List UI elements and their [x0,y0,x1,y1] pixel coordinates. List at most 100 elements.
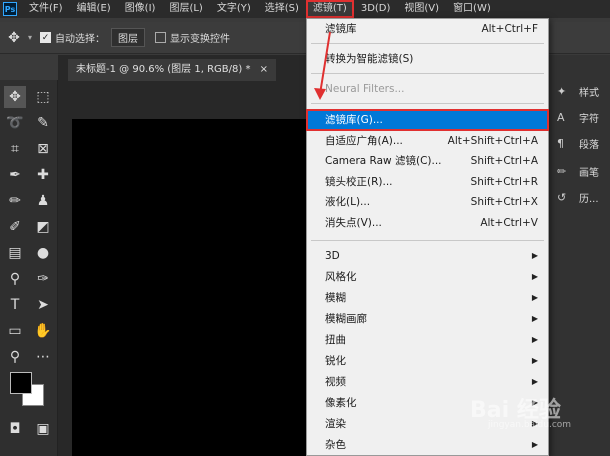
menu-item-label: 消失点(V)... [325,217,382,229]
submenu-arrow-icon: ▶ [531,293,538,302]
dodge-icon[interactable]: ⚲ [4,268,26,290]
history-icon[interactable]: ↺ [557,191,569,204]
document-tab-title: 未标题-1 @ 90.6% (图层 1, RGB/8) * [76,64,251,75]
menu-item-label: Neural Filters... [325,83,405,95]
auto-select-checkbox[interactable]: ✓ [40,32,52,43]
menu-item-adaptive-wide-angle[interactable]: 自适应广角(A)... Alt+Shift+Ctrl+A [307,131,548,151]
canvas[interactable] [72,119,308,456]
brush-icon[interactable]: ✏ [4,190,26,212]
menu-item-label: 风格化 [325,271,357,283]
menu-item-shortcut: Alt+Shift+Ctrl+A [447,135,538,147]
show-transform-checkbox[interactable] [155,32,167,43]
menu-item-camera-raw[interactable]: Camera Raw 滤镜(C)... Shift+Ctrl+A [307,151,548,171]
auto-select-dropdown[interactable]: 图层 [111,28,146,47]
menu-item-shortcut: Shift+Ctrl+R [470,176,538,188]
menu-item-vanishing-point[interactable]: 消失点(V)... Alt+Ctrl+V [307,213,548,233]
menu-file[interactable]: 文件(F) [22,0,70,18]
menu-item-label: 滤镜库(G)... [325,114,383,126]
auto-select-label: 自动选择： [55,34,106,45]
healing-icon[interactable]: ✚ [32,164,54,186]
close-icon[interactable]: × [260,64,268,75]
menu-item-filter-gallery[interactable]: 滤镜库(G)... [306,109,549,131]
zoom-icon[interactable]: ⚲ [4,346,26,368]
submenu-blur[interactable]: 模糊 ▶ [307,288,548,308]
styles-icon[interactable]: ✦ [557,85,569,98]
separator [311,43,544,44]
panel-brushes[interactable]: 画笔 [579,164,599,179]
gradient-icon[interactable]: ▤ [4,242,26,264]
submenu-arrow-icon: ▶ [531,314,538,323]
menu-window[interactable]: 窗口(W) [446,0,498,18]
submenu-stylize[interactable]: 风格化 ▶ [307,267,548,287]
submenu-blur-gallery[interactable]: 模糊画廊 ▶ [307,309,548,329]
menu-type[interactable]: 文字(Y) [210,0,258,18]
marquee-icon[interactable]: ⬚ [32,86,54,108]
path-select-icon[interactable]: ➤ [32,294,54,316]
submenu-distort[interactable]: 扭曲 ▶ [307,330,548,350]
menu-item-shortcut: Shift+Ctrl+X [470,196,538,208]
watermark-url: jingyan.baidu.com [488,420,572,430]
menu-item-shortcut: Alt+Ctrl+V [480,217,538,229]
menu-item-label: 液化(L)... [325,196,371,208]
menu-item-lens-correction[interactable]: 镜头校正(R)... Shift+Ctrl+R [307,172,548,192]
menu-item-label: 3D [325,250,340,262]
menu-item-label: 模糊 [325,292,346,304]
submenu-sharpen[interactable]: 锐化 ▶ [307,351,548,371]
panel-styles[interactable]: 样式 [579,84,599,99]
panel-history[interactable]: 历... [579,190,599,205]
menu-filter[interactable]: 滤镜(T) [305,0,354,18]
hand-icon[interactable]: ✋ [32,320,54,342]
character-icon[interactable]: A [557,111,569,124]
submenu-arrow-icon: ▶ [531,272,538,281]
menu-item-label: 镜头校正(R)... [325,176,393,188]
submenu-arrow-icon: ▶ [531,335,538,344]
screen-mode-icon[interactable]: ▣ [32,418,54,440]
foreground-color-swatch[interactable] [10,372,32,394]
menu-item-liquify[interactable]: 液化(L)... Shift+Ctrl+X [307,192,548,212]
move-tool-icon[interactable]: ✥ [0,30,28,46]
separator [311,73,544,74]
submenu-3d[interactable]: 3D ▶ [307,246,548,266]
menu-item-last-filter[interactable]: 滤镜库 Alt+Ctrl+F [307,19,548,39]
menu-item-label: 像素化 [325,397,357,409]
eraser-icon[interactable]: ◩ [32,216,54,238]
stamp-icon[interactable]: ♟ [32,190,54,212]
panel-character[interactable]: 字符 [579,110,599,125]
chevron-down-icon[interactable]: ▾ [28,33,32,42]
submenu-video[interactable]: 视频 ▶ [307,372,548,392]
blur-icon[interactable]: ● [32,242,54,264]
filter-dropdown-menu: 滤镜库 Alt+Ctrl+F 转换为智能滤镜(S) Neural Filters… [306,18,549,456]
menu-select[interactable]: 选择(S) [258,0,306,18]
brushes-icon[interactable]: ✏ [557,165,569,178]
menu-item-shortcut: Alt+Ctrl+F [481,23,538,35]
paragraph-icon[interactable]: ¶ [557,137,569,150]
menu-item-neural-filters: Neural Filters... [307,79,548,99]
crop-icon[interactable]: ⌗ [4,138,26,160]
quick-mask-icon[interactable]: ◘ [4,418,26,440]
separator [311,103,544,104]
history-brush-icon[interactable]: ✐ [4,216,26,238]
menu-edit[interactable]: 编辑(E) [70,0,118,18]
frame-icon[interactable]: ⊠ [32,138,54,160]
move-icon[interactable]: ✥ [4,86,26,108]
menu-view[interactable]: 视图(V) [397,0,446,18]
panel-paragraph[interactable]: 段落 [579,136,599,151]
menu-item-smart-filter[interactable]: 转换为智能滤镜(S) [307,49,548,69]
rectangle-icon[interactable]: ▭ [4,320,26,342]
photoshop-logo: Ps [3,2,17,16]
photoshop-window: Ps 文件(F) 编辑(E) 图像(I) 图层(L) 文字(Y) 选择(S) 滤… [0,0,610,456]
more-tools-icon[interactable]: ⋯ [32,346,54,368]
quick-select-icon[interactable]: ✎ [32,112,54,134]
menu-3d[interactable]: 3D(D) [354,0,398,18]
menu-image[interactable]: 图像(I) [118,0,163,18]
submenu-noise[interactable]: 杂色 ▶ [307,435,548,455]
submenu-arrow-icon: ▶ [531,251,538,260]
document-tab[interactable]: 未标题-1 @ 90.6% (图层 1, RGB/8) * × [68,59,277,81]
show-transform-label: 显示变换控件 [170,34,231,45]
type-icon[interactable]: T [4,294,26,316]
pen-icon[interactable]: ✑ [32,268,54,290]
lasso-icon[interactable]: ➰ [4,112,26,134]
eyedropper-icon[interactable]: ✒ [4,164,26,186]
menu-item-label: 杂色 [325,439,346,451]
menu-layer[interactable]: 图层(L) [162,0,209,18]
